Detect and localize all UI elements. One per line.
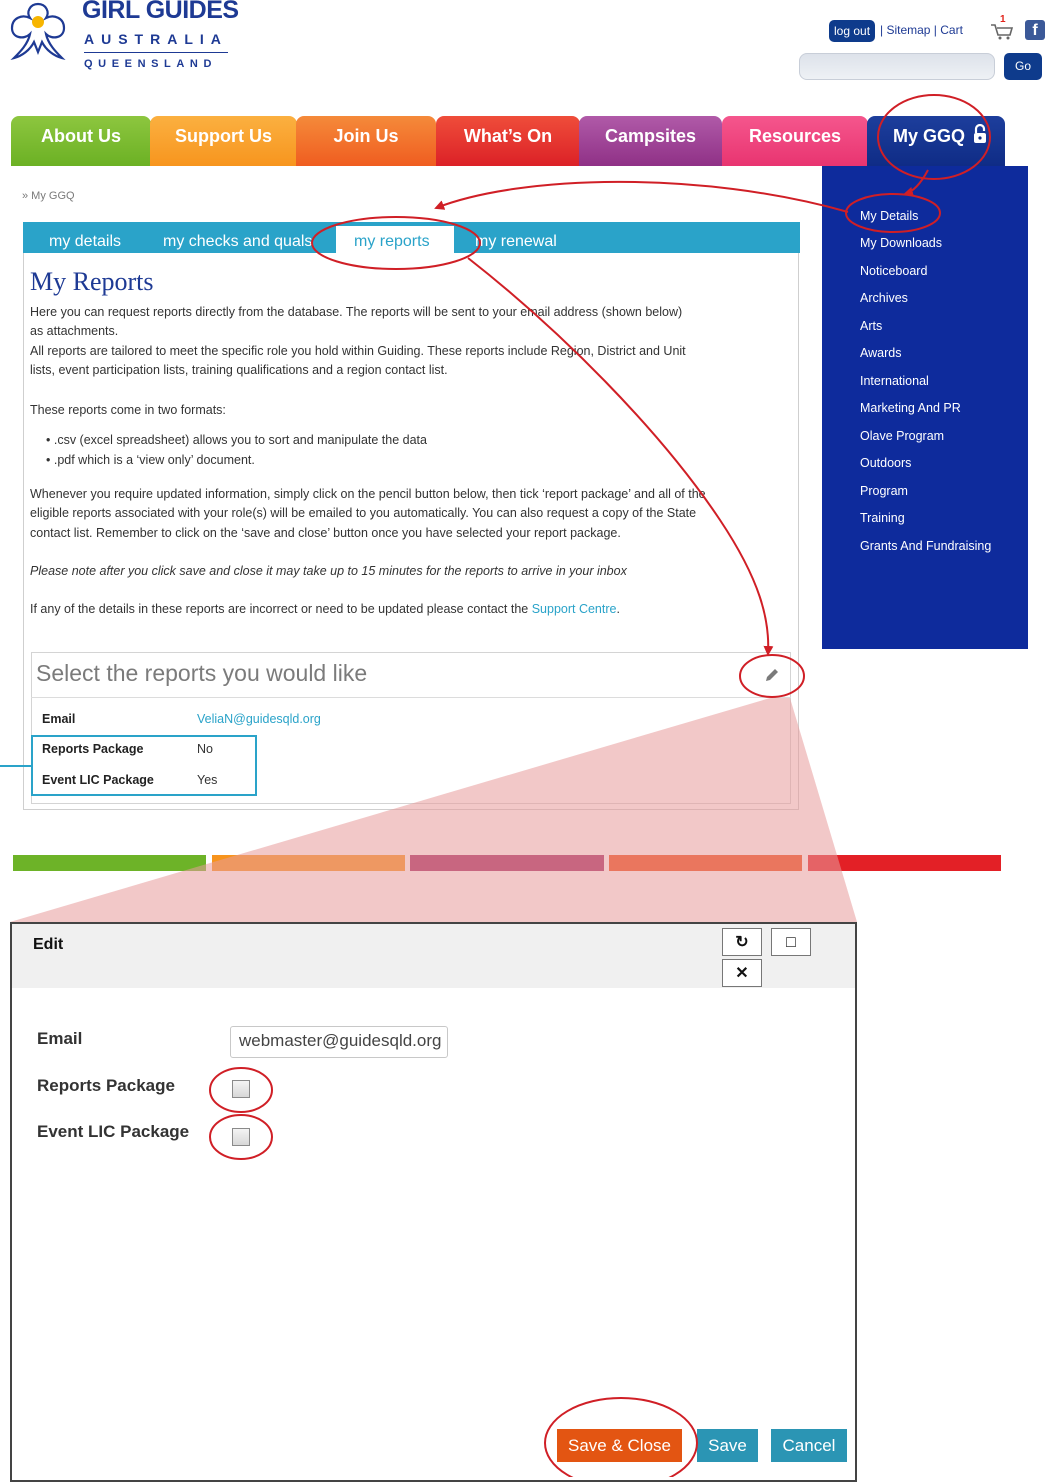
modal-email-label: Email — [37, 1029, 83, 1048]
modal-event-lic-label: Event LIC Package — [37, 1122, 190, 1141]
modal-email-field[interactable]: webmaster@guidesqld.org — [230, 1026, 448, 1058]
edit-dialog — [10, 922, 857, 1482]
refresh-icon[interactable]: ↻ — [722, 928, 762, 956]
save-and-close-button[interactable]: Save & Close — [557, 1429, 682, 1462]
maximize-icon[interactable]: □ — [771, 928, 811, 956]
modal-reports-package-label: Reports Package — [37, 1076, 175, 1095]
cancel-button[interactable]: Cancel — [771, 1429, 847, 1462]
edit-dialog-title: Edit — [33, 936, 64, 953]
event-lic-package-checkbox[interactable] — [232, 1128, 250, 1146]
reports-package-checkbox[interactable] — [232, 1080, 250, 1098]
close-icon[interactable]: ✕ — [722, 959, 762, 987]
save-button[interactable]: Save — [697, 1429, 758, 1462]
